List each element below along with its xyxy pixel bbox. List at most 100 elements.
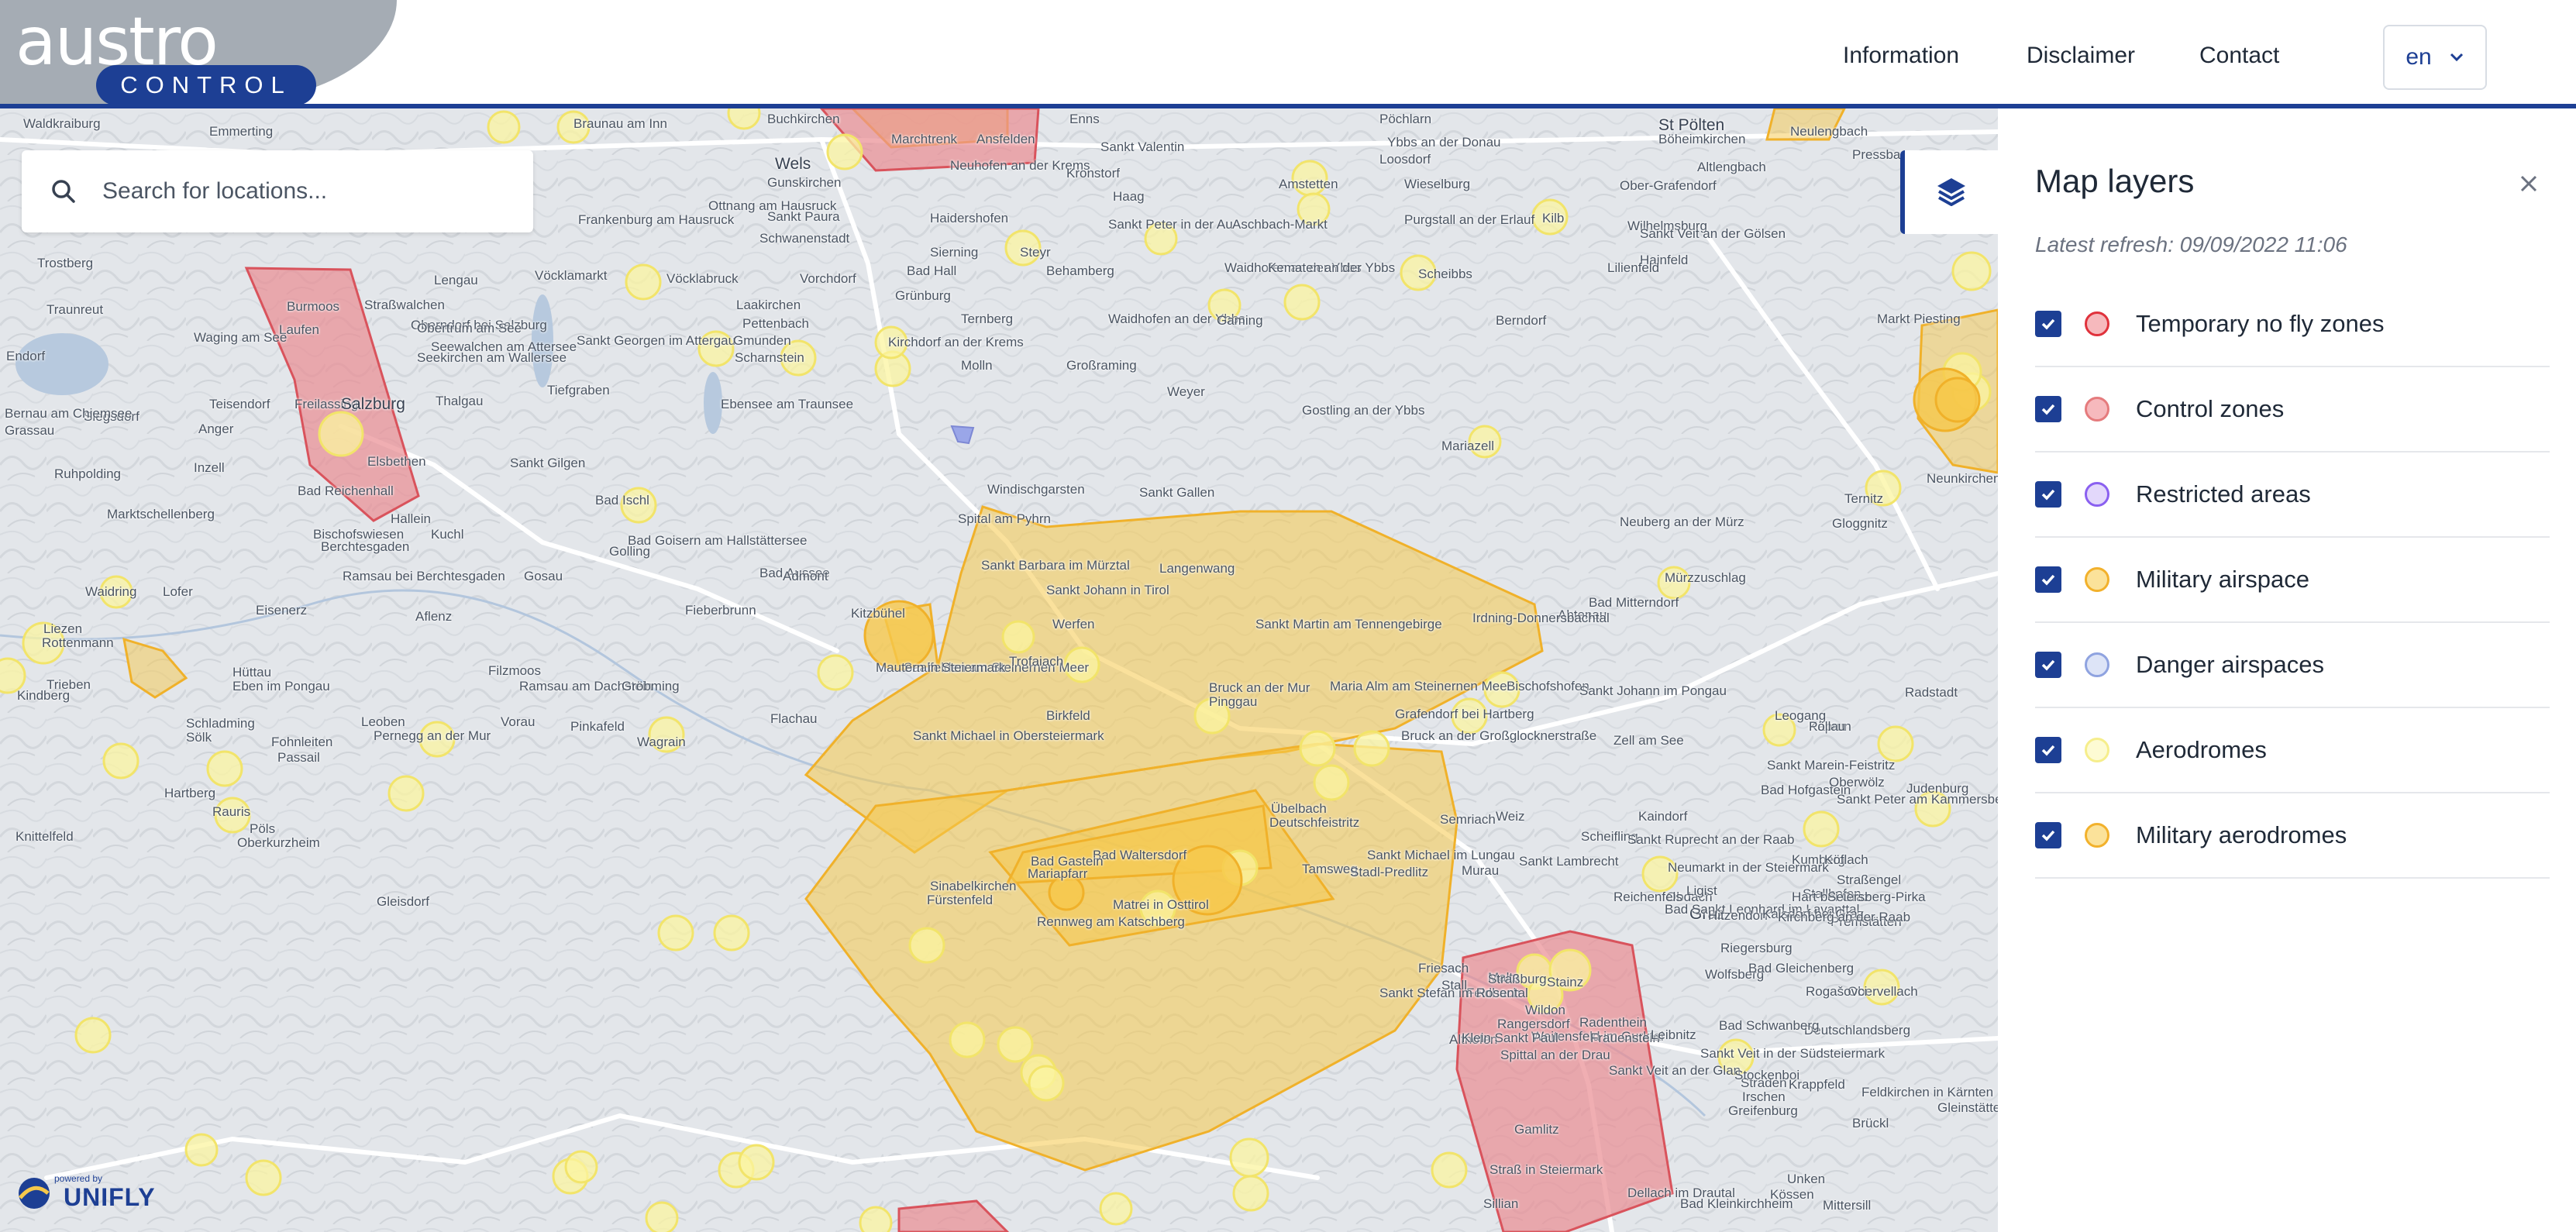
place-label: Kronstorf <box>1066 166 1120 181</box>
place-label: Steyr <box>1020 245 1051 260</box>
place-label: Eisenerz <box>256 603 308 618</box>
layer-checkbox[interactable] <box>2035 566 2061 593</box>
place-label: Neuberg an der Mürz <box>1620 514 1744 529</box>
place-label: Liezen <box>43 621 83 636</box>
place-label: Marchtrenk <box>891 132 958 146</box>
map-canvas[interactable]: Waldkraiburg Emmerting Buchkirchen Enns Pöch… <box>0 108 1998 1232</box>
place-label: Neunkirchen <box>1927 471 1998 486</box>
place-label: Rogašovci <box>1806 984 1868 999</box>
place-label: Sankt Marein-Feistritz <box>1767 758 1896 773</box>
place-label: Hallein <box>391 511 431 526</box>
place-label: Feldkirchen in Kärnten <box>1861 1085 1994 1100</box>
place-label: Hartberg <box>164 786 216 800</box>
place-label: Rottenmann <box>42 635 114 650</box>
layer-row-temporary-no-fly-zones[interactable]: Temporary no fly zones <box>2035 282 2550 367</box>
place-label: Sankt Johann in Tirol <box>1046 583 1169 597</box>
place-label: Anger <box>198 422 234 436</box>
place-label: Braunau am Inn <box>573 116 667 131</box>
unifly-logo-icon <box>19 1178 50 1209</box>
layer-row-danger-airspaces[interactable]: Danger airspaces <box>2035 623 2550 708</box>
place-label: Windischgarsten <box>987 482 1085 497</box>
search-input[interactable] <box>102 178 521 205</box>
place-label: Vorau <box>501 714 536 729</box>
attribution-powered-label: powered by <box>54 1173 103 1184</box>
place-label: Obertrum am See <box>417 321 522 336</box>
place-label: Ramsau bei Berchtesgaden <box>343 569 505 583</box>
nav-disclaimer-link[interactable]: Disclaimer <box>2027 40 2135 71</box>
place-label: Pöllau <box>1809 719 1846 734</box>
place-label: Kematen an der Ybbs <box>1268 260 1396 275</box>
layer-checkbox[interactable] <box>2035 737 2061 763</box>
place-label: Köflach <box>1824 852 1868 867</box>
layer-checkbox[interactable] <box>2035 311 2061 337</box>
place-label: Kirchdorf an der Krems <box>888 335 1024 349</box>
layers-toggle-button[interactable] <box>1900 150 1998 234</box>
place-label: Hüttau <box>232 665 272 680</box>
place-label: Zell am See <box>1613 733 1684 748</box>
place-label: Knittelfeld <box>15 829 74 844</box>
layer-swatch-icon <box>2085 482 2109 507</box>
place-label: Haidershofen <box>930 211 1009 225</box>
place-label: Scheibbs <box>1418 267 1472 281</box>
layer-row-aerodromes[interactable]: Aerodromes <box>2035 708 2550 793</box>
place-label: Mürzzuschlag <box>1665 570 1746 585</box>
layer-label: Temporary no fly zones <box>2136 310 2385 337</box>
place-label: Pinkafeld <box>570 719 625 734</box>
place-label: Bruck an der Großglocknerstraße <box>1401 728 1597 743</box>
nav-information-link[interactable]: Information <box>1843 40 1959 71</box>
place-label: Brückl <box>1852 1116 1889 1130</box>
place-label: Emmerting <box>209 124 274 139</box>
layer-row-control-zones[interactable]: Control zones <box>2035 367 2550 453</box>
place-label: Gosau <box>524 569 563 583</box>
place-label: Pernegg an der Mur <box>374 728 491 743</box>
nav-contact-link[interactable]: Contact <box>2199 40 2279 71</box>
place-label: Gröbming <box>622 679 680 693</box>
place-label: Weiz <box>1496 809 1525 824</box>
place-label: Wildon <box>1525 1003 1565 1017</box>
place-label: Bad Mitterndorf <box>1589 595 1679 610</box>
place-label: Seekirchen am Wallersee <box>417 350 567 365</box>
layer-label: Military aerodromes <box>2136 821 2347 848</box>
layer-checkbox[interactable] <box>2035 822 2061 848</box>
layer-checkbox[interactable] <box>2035 652 2061 678</box>
place-label: Stadl-Predlitz <box>1350 865 1429 879</box>
layer-swatch-icon <box>2085 397 2109 422</box>
place-label: Sankt Veit an der Glan <box>1609 1063 1741 1078</box>
layer-label: Restricted areas <box>2136 480 2311 508</box>
latest-refresh-text: Latest refresh: 09/09/2022 11:06 <box>2035 232 2347 256</box>
place-label: Passail <box>277 750 320 765</box>
place-label: Mariazell <box>1441 439 1495 453</box>
place-label: Sankt Ruprecht an der Raab <box>1627 832 1795 847</box>
layer-checkbox[interactable] <box>2035 396 2061 422</box>
place-label: Ternberg <box>961 311 1014 326</box>
layer-row-military-aerodromes[interactable]: Military aerodromes <box>2035 793 2550 879</box>
place-label: Bad Ischl <box>595 493 649 508</box>
place-label: Bad Reichenhall <box>298 484 394 498</box>
place-label: Hitzendorf <box>1708 908 1768 923</box>
place-label: Ansfelden <box>976 132 1035 146</box>
place-label: Inzell <box>194 460 225 475</box>
place-label: Sankt Lambrecht <box>1519 854 1619 869</box>
layer-row-restricted-areas[interactable]: Restricted areas <box>2035 453 2550 538</box>
place-label: Flachau <box>770 711 818 726</box>
location-search-box[interactable] <box>22 150 533 232</box>
austro-control-logo[interactable]: austro CONTROL <box>0 0 397 105</box>
place-label: Oberkurzheim <box>237 835 320 850</box>
place-label: Gunskirchen <box>767 175 842 190</box>
place-label: Aflenz <box>415 609 453 624</box>
layer-checkbox[interactable] <box>2035 481 2061 508</box>
unifly-attribution[interactable]: powered by UNIFLY <box>15 1172 156 1215</box>
place-label: Spittal an der Drau <box>1500 1048 1610 1062</box>
place-label: Bad Goisern am Hallstättersee <box>628 533 808 548</box>
language-select[interactable]: en <box>2383 25 2487 90</box>
place-label: Sankt Michael in Obersteiermark <box>913 728 1104 743</box>
layer-row-military-airspace[interactable]: Military airspace <box>2035 538 2550 623</box>
place-label: Kindberg <box>17 688 71 703</box>
place-label: Frauenstein <box>1590 1031 1660 1045</box>
close-icon[interactable] <box>2517 172 2540 195</box>
place-label: Traunreut <box>46 302 104 317</box>
place-label: Filzmoos <box>488 663 542 678</box>
place-label: Enns <box>1069 112 1100 126</box>
place-label: Sankt Paura <box>767 209 840 224</box>
place-label: Vöcklabruck <box>666 271 739 286</box>
